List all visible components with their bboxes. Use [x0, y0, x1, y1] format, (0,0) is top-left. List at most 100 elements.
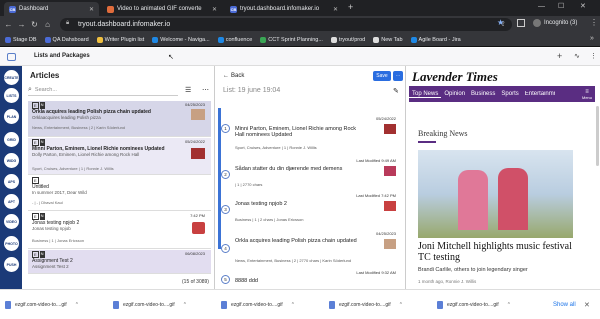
brand-logo: Lavender Times: [412, 69, 498, 84]
save-button[interactable]: Save: [373, 71, 391, 81]
list-item[interactable]: 3 Last Modified 7:42 PM Jonas testing np…: [221, 193, 401, 223]
list-item[interactable]: 2 Last Modified 9:49 AM Sådan statter du…: [221, 158, 401, 188]
forward-arrow-icon[interactable]: →: [15, 18, 28, 31]
show-all-link[interactable]: Show all: [553, 302, 576, 308]
url-bar[interactable]: 🔒︎ tryout.dashboard.infomaker.io ⇪: [60, 18, 512, 31]
bookmark-item[interactable]: Welcome - Naviga...: [152, 36, 210, 43]
article-card[interactable]: EN 06/08/2023 Assignment Test 2 Assignme…: [28, 250, 211, 274]
download-item[interactable]: ezgif.com-video-to....gif ⌃: [113, 300, 203, 309]
reload-icon[interactable]: ↻: [28, 18, 41, 31]
item-title: Orkla acquires leading Polish pizza chai…: [235, 238, 357, 244]
chevron-up-icon[interactable]: ⌃: [183, 302, 187, 308]
app-header: Lists and Packages ↖ + ∿ ⋮: [0, 48, 600, 66]
close-tab-icon[interactable]: ✕: [89, 6, 94, 13]
item-thumbnail: [384, 166, 396, 176]
back-arrow-icon[interactable]: ←: [2, 18, 15, 31]
article-card[interactable]: E Untitled In summer 2017, Dear Wild - |…: [28, 176, 211, 211]
article-subtitle: In summer 2017, Dear Wild: [32, 190, 87, 195]
activity-icon[interactable]: ∿: [574, 52, 580, 60]
article-photo: [418, 150, 573, 238]
article-card[interactable]: EN 04/25/2023 Orkla acquires leading Pol…: [28, 101, 211, 137]
bookmarks-bar: Stage DB QA Dahsboard Writer Plugin list…: [0, 33, 600, 47]
download-item[interactable]: ezgif.com-video-to....gif ⌃: [5, 300, 95, 309]
nav-top-news[interactable]: Top News: [409, 91, 442, 98]
download-item[interactable]: ezgif.com-video-to....gif ⌃: [329, 300, 419, 309]
section-underline: [418, 141, 436, 143]
minimize-icon[interactable]: —: [538, 3, 545, 10]
close-downloads-icon[interactable]: ✕: [584, 301, 590, 309]
nav-entertainment[interactable]: Entertainmr: [522, 91, 555, 97]
chevron-up-icon[interactable]: ⌃: [75, 302, 79, 308]
list-item[interactable]: 4 04/25/2023 Orkla acquires leading Poli…: [221, 230, 401, 266]
list-name[interactable]: List: 19 june 19:04: [223, 87, 280, 94]
nav-sports[interactable]: Sports: [498, 91, 521, 97]
more-icon[interactable]: ⋮: [590, 52, 597, 60]
home-icon[interactable]: ⌂: [41, 18, 54, 31]
preview-scrollbar[interactable]: [596, 106, 599, 166]
back-button[interactable]: ← Back: [223, 73, 244, 79]
maximize-icon[interactable]: ☐: [558, 2, 564, 10]
browser-tab-gif[interactable]: Video to animated GIF converte ✕: [102, 2, 222, 16]
rail-lists-button[interactable]: LISTS: [4, 88, 19, 103]
article-card[interactable]: EN 05/24/2022 Minni Parton, Eminem, Lion…: [28, 138, 211, 175]
tab-favicon-icon: CB: [9, 5, 16, 13]
rail-video-button[interactable]: VIDEO: [4, 214, 19, 229]
article-thumbnail: [191, 109, 205, 120]
bookmark-item[interactable]: New Tab: [373, 36, 403, 43]
position-number: 4: [221, 244, 230, 253]
bookmark-item[interactable]: CCT Sprint Planning...: [260, 36, 323, 43]
rail-push-button[interactable]: PUSH: [4, 257, 19, 272]
rail-plan-button[interactable]: PLAN: [4, 109, 19, 124]
more-bookmarks-icon[interactable]: »: [590, 35, 594, 42]
chevron-up-icon[interactable]: ⌃: [507, 302, 511, 308]
panel-toggle-icon[interactable]: [7, 53, 16, 61]
nav-business[interactable]: Business: [468, 91, 498, 97]
chevron-up-icon[interactable]: ⌃: [399, 302, 403, 308]
download-item[interactable]: ezgif.com-video-to....gif ⌃: [221, 300, 311, 309]
article-date: 05/24/2022: [184, 139, 205, 144]
nav-opinion[interactable]: Opinion: [441, 91, 468, 97]
rail-photo-button[interactable]: PHOTO: [4, 236, 19, 251]
item-date: 05/24/2022: [375, 116, 396, 121]
rail-widg-button[interactable]: WIDG: [4, 153, 19, 168]
new-tab-button[interactable]: +: [348, 2, 353, 12]
list-item[interactable]: 1 05/24/2022 Minni Parton, Eminem, Lione…: [221, 112, 401, 152]
more-options-button[interactable]: ⋯: [393, 71, 403, 81]
tab-favicon-icon: [107, 5, 114, 13]
article-card[interactable]: EN 7:42 PM Jonas testing npjob 2 Jonas t…: [28, 212, 211, 249]
rail-aps-button[interactable]: APS: [4, 174, 19, 189]
tab-favicon-icon: CB: [230, 5, 237, 13]
rail-grid-button[interactable]: GRID: [4, 132, 19, 147]
search-input[interactable]: ⌕ Search...: [28, 84, 178, 96]
filter-icon[interactable]: ☰: [185, 86, 191, 94]
close-tab-icon[interactable]: ✕: [212, 6, 217, 13]
browser-tab-dashboard[interactable]: CB Dashboard ✕: [4, 2, 99, 16]
rail-apt-button[interactable]: APT: [4, 194, 19, 209]
bookmark-item[interactable]: confluence: [217, 36, 252, 43]
edit-icon[interactable]: ✎: [393, 87, 399, 95]
download-label: ezgif.com-video-to....gif: [447, 301, 499, 308]
close-tab-icon[interactable]: ✕: [333, 6, 338, 13]
chevron-up-icon[interactable]: ⌃: [291, 302, 295, 308]
timestamp: 1 month ago, Ronnie J. Willis: [418, 279, 477, 284]
rail-create-button[interactable]: CREATE: [4, 70, 19, 85]
item-meta: Business | 1 | 2 chars | Jonas Ericsson: [235, 217, 304, 222]
add-icon[interactable]: +: [557, 51, 562, 61]
close-window-icon[interactable]: ✕: [580, 2, 586, 10]
profile-label[interactable]: Incognito (3): [544, 20, 577, 26]
browser-tab-tryout[interactable]: CB tryout.dashboard.infomaker.io ✕: [225, 2, 343, 16]
sidepanel-icon[interactable]: [517, 19, 525, 27]
list-item[interactable]: 5 Last Modified 9:32 AM 8888 ddd: [221, 269, 401, 287]
item-meta: News, Entertainment, Business | 2 | 2770…: [235, 258, 352, 263]
bookmark-item[interactable]: tryout/prod: [330, 36, 365, 43]
bookmark-item[interactable]: Stage DB: [5, 36, 37, 43]
download-item[interactable]: ezgif.com-video-to....gif ⌃: [437, 300, 527, 309]
bookmark-item[interactable]: QA Dahsboard: [44, 36, 89, 43]
menu-button[interactable]: ≡ Menu: [582, 89, 592, 100]
kebab-menu-icon[interactable]: ⋮: [590, 18, 598, 27]
bookmark-favicon-icon: [152, 36, 159, 43]
more-icon[interactable]: ⋯: [202, 86, 209, 94]
bookmark-item[interactable]: Agile Board - Jira: [410, 36, 461, 43]
bookmark-item[interactable]: Writer Plugin list: [96, 36, 144, 43]
bookmark-star-icon[interactable]: ★: [497, 18, 504, 27]
